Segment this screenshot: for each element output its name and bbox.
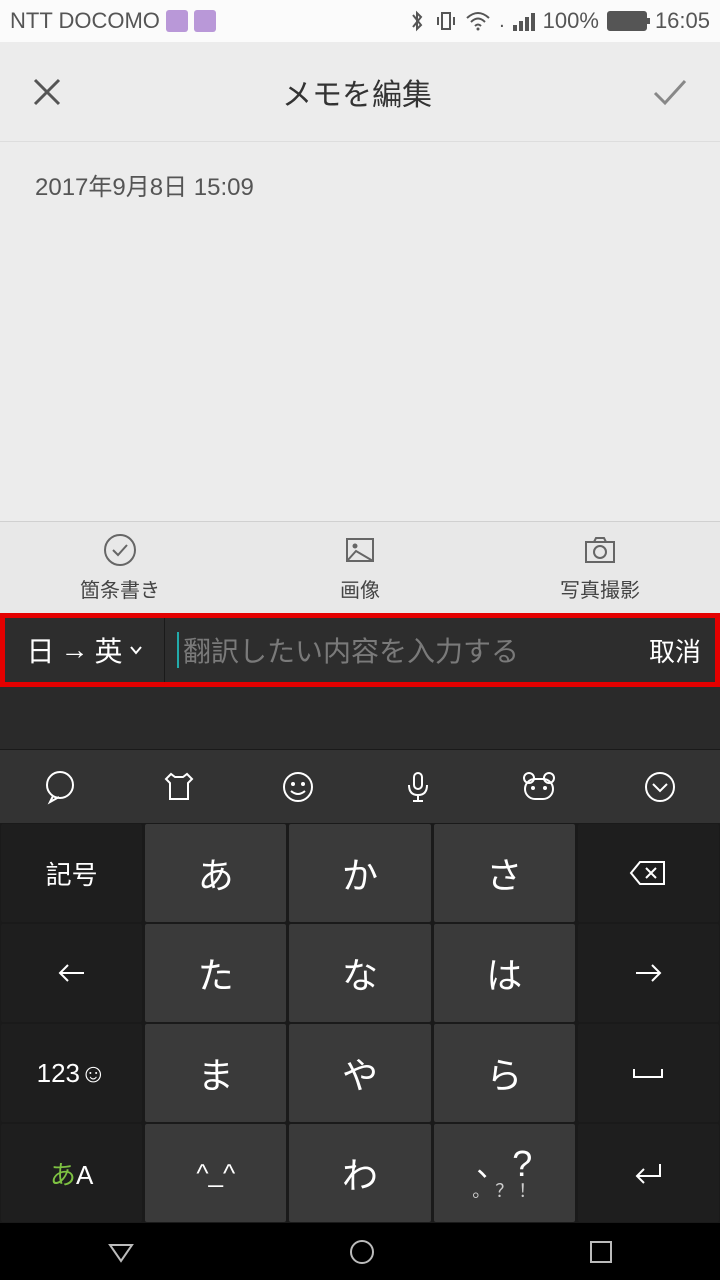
wifi-icon xyxy=(465,10,491,32)
key-punct[interactable]: 、? 。 ？ ！ xyxy=(434,1124,575,1222)
key-wa[interactable]: わ xyxy=(289,1124,430,1222)
keyboard-icon-row xyxy=(0,749,720,823)
translate-bar: 日 → 英 翻訳したい内容を入力する 取消 xyxy=(0,613,720,687)
key-kaomoji[interactable]: ^_^ xyxy=(145,1124,286,1222)
key-na[interactable]: な xyxy=(289,924,430,1022)
chat-icon[interactable] xyxy=(42,769,78,805)
bear-icon[interactable] xyxy=(519,769,559,805)
vibrate-icon xyxy=(435,10,457,32)
key-123[interactable]: 123☺ xyxy=(1,1024,142,1122)
battery-pct: 100% xyxy=(543,8,599,34)
battery-icon xyxy=(607,11,647,31)
camera-icon xyxy=(582,532,618,568)
sim-icon xyxy=(166,10,188,32)
carrier-label: NTT DOCOMO xyxy=(10,8,160,34)
key-sa[interactable]: さ xyxy=(434,824,575,922)
key-ma[interactable]: ま xyxy=(145,1024,286,1122)
memo-editor[interactable]: 2017年9月8日 15:09 xyxy=(0,142,720,521)
toolbar-camera[interactable]: 写真撮影 xyxy=(480,522,720,613)
status-bar: NTT DOCOMO . 100% 16:05 xyxy=(0,0,720,42)
key-right[interactable] xyxy=(578,924,719,1022)
app-icon xyxy=(194,10,216,32)
memo-timestamp: 2017年9月8日 15:09 xyxy=(35,167,685,202)
key-symbols[interactable]: 記号 xyxy=(1,824,142,922)
tshirt-icon[interactable] xyxy=(161,769,197,805)
android-nav-bar xyxy=(0,1223,720,1280)
key-ha[interactable]: は xyxy=(434,924,575,1022)
suggestion-strip xyxy=(0,687,720,749)
nav-recent-icon[interactable] xyxy=(588,1239,614,1265)
toolbar-label: 箇条書き xyxy=(80,574,160,603)
arrow-icon: → xyxy=(61,634,89,666)
translate-placeholder: 翻訳したい内容を入力する xyxy=(183,630,519,670)
collapse-icon[interactable] xyxy=(642,769,678,805)
toolbar-image[interactable]: 画像 xyxy=(240,522,480,613)
cancel-button[interactable]: 取消 xyxy=(635,632,715,669)
key-ya[interactable]: や xyxy=(289,1024,430,1122)
smiley-icon[interactable] xyxy=(280,769,316,805)
bluetooth-icon xyxy=(407,9,427,33)
nav-back-icon[interactable] xyxy=(106,1237,136,1267)
lang-to: 英 xyxy=(95,630,123,670)
key-a[interactable]: あ xyxy=(145,824,286,922)
clock: 16:05 xyxy=(655,8,710,34)
toolbar-bullets[interactable]: 箇条書き xyxy=(0,522,240,613)
close-icon[interactable] xyxy=(30,75,64,109)
key-ta[interactable]: た xyxy=(145,924,286,1022)
key-enter[interactable] xyxy=(578,1124,719,1222)
app-header: メモを編集 xyxy=(0,42,720,142)
check-circle-icon xyxy=(102,532,138,568)
signal-icon xyxy=(513,11,535,31)
memo-toolbar: 箇条書き 画像 写真撮影 xyxy=(0,521,720,613)
keyboard: 記号 あ か さ た な は 123☺ ま や ら あA ^_^ わ 、? 。 … xyxy=(0,823,720,1223)
key-mode[interactable]: あA xyxy=(1,1124,142,1222)
translate-input[interactable]: 翻訳したい内容を入力する xyxy=(165,618,635,682)
toolbar-label: 写真撮影 xyxy=(560,574,640,603)
image-icon xyxy=(342,532,378,568)
nav-home-icon[interactable] xyxy=(347,1237,377,1267)
mic-icon[interactable] xyxy=(400,769,436,805)
signal-dot: . xyxy=(499,10,505,33)
key-space[interactable] xyxy=(578,1024,719,1122)
key-ka[interactable]: か xyxy=(289,824,430,922)
key-backspace[interactable] xyxy=(578,824,719,922)
key-ra[interactable]: ら xyxy=(434,1024,575,1122)
lang-from: 日 xyxy=(26,630,54,670)
key-left[interactable] xyxy=(1,924,142,1022)
page-title: メモを編集 xyxy=(64,70,650,114)
chevron-down-icon xyxy=(129,645,143,655)
language-selector[interactable]: 日 → 英 xyxy=(5,618,165,682)
confirm-icon[interactable] xyxy=(650,75,690,109)
toolbar-label: 画像 xyxy=(340,574,380,603)
